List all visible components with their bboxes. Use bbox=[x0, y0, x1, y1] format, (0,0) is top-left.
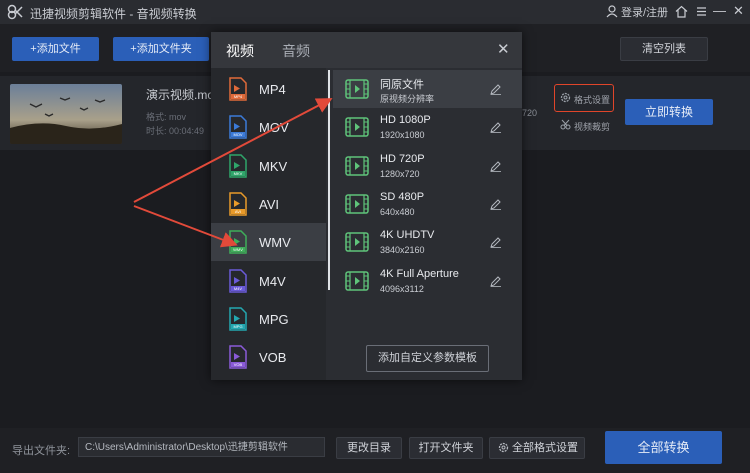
annotation-arrows bbox=[133, 98, 333, 248]
